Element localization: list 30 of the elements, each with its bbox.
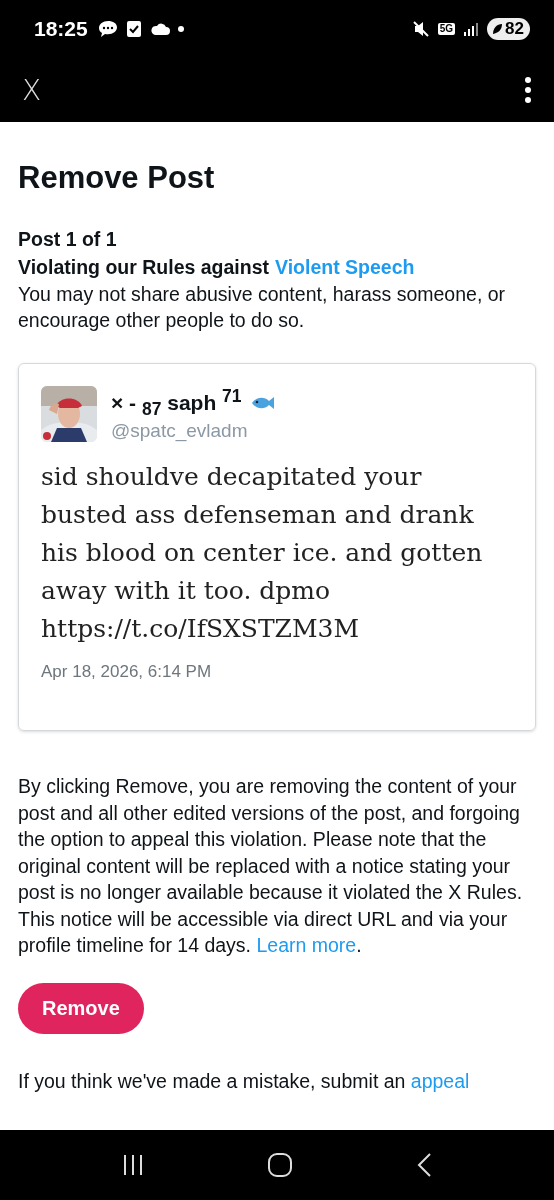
rule-link[interactable]: Violent Speech [275, 256, 415, 279]
leaf-icon [491, 23, 504, 35]
recent-apps-icon[interactable] [121, 1153, 145, 1177]
post-text: sid shouldve decapitated your busted ass defenseman and drank his blood on center ice. and gotten away with it too. dpmo https://t.co/IfSXSTZM3M [41, 461, 484, 646]
appeal-text: If you think we've made a mistake, submit an appeal [18, 1069, 471, 1093]
battery-level: 82 [505, 19, 524, 39]
fish-icon [249, 395, 276, 412]
removal-notice: By clicking Remove, you are removing the content of your post and all other edited versions of the post, and forgoing the option to appeal this violation. Please note that the original content will be replaced with a notice stating your post is no longer available because it violated the X Rules. This notice will be accessible via direct URL and via your profile timeline for 14 days. Learn more. [18, 774, 524, 959]
chat-icon [97, 19, 118, 39]
display-name[interactable]: × - $_{87}$ saph $^{71}$ [111, 386, 242, 421]
appeal-link[interactable]: appeal [410, 1069, 470, 1092]
network-label: 5G [437, 23, 456, 35]
post-timestamp: Apr 18, 2026, 6:14 PM [41, 662, 213, 683]
checkbox-icon [125, 20, 142, 38]
dot-icon [177, 26, 184, 32]
remove-button[interactable]: Remove [18, 982, 144, 1034]
page-title: Remove Post [18, 160, 216, 196]
rule-description: You may not share abusive content, harass someone, or encourage other people to do so. [18, 282, 507, 333]
mute-icon [411, 20, 430, 38]
learn-more-link[interactable]: Learn more [256, 934, 357, 957]
status-time: 18:25 [34, 17, 88, 41]
back-icon[interactable] [415, 1152, 433, 1178]
user-handle: @spatc_evladm [111, 420, 249, 443]
more-icon[interactable] [524, 76, 532, 104]
signal-icon [463, 21, 480, 37]
home-icon[interactable] [267, 1152, 293, 1178]
cloud-icon [149, 22, 170, 36]
rule-label: Violating our Rules against [18, 256, 269, 279]
post-counter: Post 1 of 1 [18, 228, 118, 251]
app-logo[interactable]: X [22, 73, 42, 107]
